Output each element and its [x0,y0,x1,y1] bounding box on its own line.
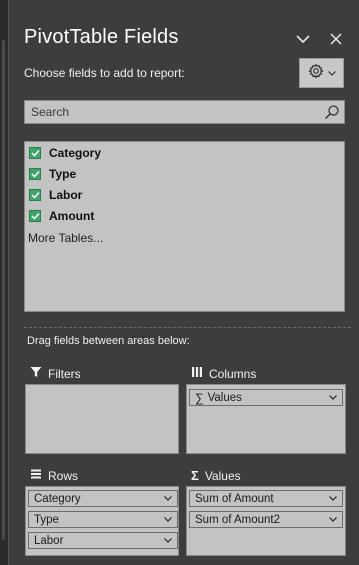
chip-label: Labor [34,534,64,547]
columns-item-values[interactable]: ∑ Values [189,389,343,406]
field-item-category[interactable]: Category [29,144,101,162]
checkbox-checked-icon[interactable] [29,147,41,159]
search-icon[interactable] [324,104,340,120]
checkbox-checked-icon[interactable] [29,210,41,222]
drag-fields-label: Drag fields between areas below: [27,335,190,347]
columns-area-drop-zone[interactable]: ∑ Values [186,384,346,454]
chevron-down-icon[interactable] [164,496,172,502]
rows-item-category[interactable]: Category [28,490,178,507]
field-label: Category [49,146,102,160]
scrollbar-strip[interactable] [0,0,9,565]
filters-area-drop-zone[interactable] [25,384,179,454]
checkbox-checked-icon[interactable] [29,168,41,180]
chevron-down-icon[interactable] [329,517,337,523]
sigma-icon: Σ [191,468,199,483]
chevron-down-icon[interactable] [164,538,172,544]
rows-area-drop-zone[interactable]: Category Type Labor [25,486,179,556]
tools-button[interactable] [299,58,344,88]
field-item-type[interactable]: Type [29,165,76,183]
rows-item-type[interactable]: Type [28,511,178,528]
rows-area-header: Rows [30,468,78,483]
section-divider [24,327,351,328]
rows-area-label: Rows [48,468,79,483]
field-label: Labor [49,188,83,202]
sigma-icon: ∑ [195,390,204,405]
field-list: Category Type Labor Amount More Tables..… [24,141,345,312]
close-icon[interactable] [327,30,345,48]
values-item-sum-of-amount[interactable]: Sum of Amount [189,490,343,507]
chip-label: Type [34,513,59,526]
filters-area-label: Filters [48,366,81,381]
scrollbar-thumb[interactable] [2,40,5,540]
checkbox-checked-icon[interactable] [29,189,41,201]
values-area-drop-zone[interactable]: Sum of Amount Sum of Amount2 [186,486,346,556]
chevron-down-icon[interactable] [329,395,337,401]
filters-area-header: Filters [30,366,81,381]
rows-icon [30,468,42,483]
chip-label: Sum of Amount2 [195,513,281,526]
field-item-labor[interactable]: Labor [29,186,82,204]
values-area-header: Σ Values [191,468,241,483]
chevron-down-icon[interactable] [294,30,312,48]
columns-area-label: Columns [209,366,257,381]
chip-label: Values [207,391,242,404]
chevron-down-icon[interactable] [164,517,172,523]
search-input[interactable] [25,101,315,123]
gear-icon [307,62,324,84]
chevron-down-icon [327,70,336,76]
pane-title: PivotTable Fields [24,26,179,48]
field-label: Type [49,167,77,181]
field-item-amount[interactable]: Amount [29,207,94,225]
filter-icon [30,366,42,381]
more-tables-link[interactable]: More Tables... [28,231,103,245]
values-item-sum-of-amount2[interactable]: Sum of Amount2 [189,511,343,528]
search-box [24,100,345,124]
rows-item-labor[interactable]: Labor [28,532,178,549]
chip-label: Category [34,492,81,505]
field-label: Amount [49,209,95,223]
chip-label: Sum of Amount [195,492,274,505]
columns-icon [191,366,203,381]
chevron-down-icon[interactable] [329,496,337,502]
columns-area-header: Columns [191,366,256,381]
values-area-label: Values [204,468,241,483]
choose-fields-label: Choose fields to add to report: [24,66,185,80]
